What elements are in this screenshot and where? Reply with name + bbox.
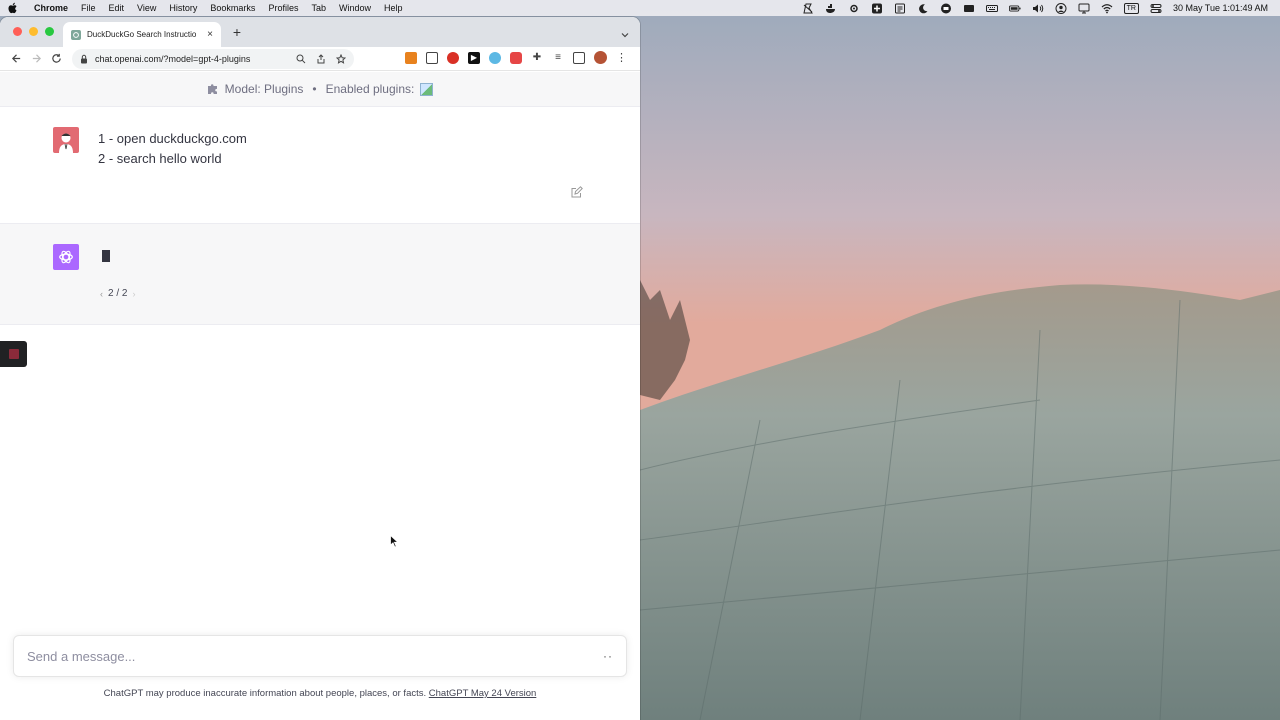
address-bar-url[interactable]: chat.openai.com/?model=gpt-4-plugins [95,54,286,64]
menu-profiles[interactable]: Profiles [268,3,298,13]
screen-record-icon[interactable] [963,3,975,14]
side-panel-icon[interactable] [573,51,585,64]
moon-icon[interactable] [917,3,929,14]
disclaimer-text: ChatGPT may produce inaccurate informati… [103,688,427,699]
message-composer: ·· [13,635,627,677]
openai-logo-icon [59,250,73,264]
enabled-plugins-label: Enabled plugins: [325,82,415,96]
typing-cursor [102,250,110,262]
mouse-pointer-icon [390,535,399,548]
metamask-extension-icon[interactable] [405,51,417,64]
next-response-chevron-icon[interactable]: › [132,289,135,299]
browser-toolbar: chat.openai.com/?model=gpt-4-plugins ▶ ✚… [0,47,640,71]
response-pager-count: 2 / 2 [108,288,128,299]
window-close-button[interactable] [13,27,22,36]
tab-close-icon[interactable]: × [205,29,215,40]
user-message-text: 1 - open duckduckgo.com 2 - search hello… [98,129,247,169]
control-center-icon[interactable] [1150,3,1162,14]
reading-list-icon[interactable]: ≡ [552,51,564,64]
input-source-badge[interactable]: TR [1123,2,1139,14]
grammar-extension-icon[interactable] [489,51,501,64]
response-pager: ‹ 2 / 2 › [100,288,135,299]
menu-window[interactable]: Window [339,3,371,13]
plus-cross-icon[interactable] [871,3,883,14]
loading-dots-icon: ·· [603,649,613,663]
video-extension-icon[interactable]: ▶ [468,51,480,64]
forward-arrow-icon [32,54,41,63]
user-avatar [53,127,79,153]
picture-in-picture-icon[interactable] [426,51,438,64]
tab-title: DuckDuckGo Search Instructio [87,30,197,39]
new-tab-button[interactable]: + [231,25,243,39]
chrome-window: DuckDuckGo Search Instructio × + chat.op… [0,17,640,720]
keyboard-icon[interactable] [985,3,998,14]
enabled-plugin-icon[interactable] [420,82,434,96]
plugin-puzzle-icon [207,84,217,94]
menubar-status-area: TR 30 May Tue 1:01:49 AM [802,0,1268,16]
menu-tab[interactable]: Tab [311,3,326,13]
menu-bookmarks[interactable]: Bookmarks [210,3,255,13]
user-message: 1 - open duckduckgo.com 2 - search hello… [0,107,640,224]
window-zoom-button[interactable] [45,27,54,36]
menu-help[interactable]: Help [384,3,403,13]
chatgpt-avatar [53,244,79,270]
address-bar[interactable]: chat.openai.com/?model=gpt-4-plugins [72,49,354,69]
gear-icon[interactable] [848,3,860,14]
model-info-bar: Model: Plugins • Enabled plugins: [0,72,640,107]
bookmark-star-icon[interactable] [336,54,346,64]
stop-square-icon [8,349,19,359]
chrome-menu-icon[interactable]: ⋮ [616,51,627,64]
previous-response-chevron-icon[interactable]: ‹ [100,289,103,299]
notes-icon[interactable] [894,3,906,14]
display-icon[interactable] [1078,3,1090,14]
tab-search-chevron-icon[interactable] [620,27,630,38]
docker-icon[interactable] [825,3,837,14]
stop-generating-button[interactable] [0,341,27,367]
zoom-magnifier-icon[interactable] [296,54,306,64]
tab-strip: DuckDuckGo Search Instructio × + [0,17,640,47]
profile-avatar[interactable] [594,51,607,64]
tab-active[interactable]: DuckDuckGo Search Instructio × [63,22,221,47]
lock-icon[interactable] [80,54,88,64]
forward-button[interactable] [26,49,46,69]
openai-favicon-icon [71,29,81,40]
user-account-icon[interactable] [1055,2,1067,14]
menu-view[interactable]: View [137,3,156,13]
mail-icon[interactable] [940,3,952,14]
menu-history[interactable]: History [169,3,197,13]
back-button[interactable] [6,49,26,69]
window-controls [13,27,54,36]
menu-edit[interactable]: Edit [109,3,125,13]
reload-icon [51,53,61,63]
disclaimer: ChatGPT may produce inaccurate informati… [0,688,640,699]
lastpass-extension-icon[interactable] [447,51,459,64]
share-icon[interactable] [316,54,326,64]
model-bar-separator: • [312,82,317,96]
chatgpt-page: Model: Plugins • Enabled plugins: 1 - op… [0,72,640,720]
wallpaper-rock-landscape [640,0,1280,720]
back-arrow-icon [11,54,20,63]
model-label: Model: Plugins [224,82,304,96]
version-link[interactable]: ChatGPT May 24 Version [429,688,537,699]
shield-extension-icon[interactable] [510,51,522,64]
menubar-clock[interactable]: 30 May Tue 1:01:49 AM [1173,3,1268,13]
extensions-area: ▶ ✚ ≡ ⋮ [405,51,627,64]
wifi-icon[interactable] [1101,3,1113,14]
puzzle-extensions-icon[interactable]: ✚ [531,51,543,64]
menu-app-name[interactable]: Chrome [34,3,68,13]
assistant-message: ‹ 2 / 2 › [0,224,640,325]
edit-message-icon[interactable] [570,186,583,199]
macos-menubar: Chrome File Edit View History Bookmarks … [0,0,1280,16]
menu-file[interactable]: File [81,3,96,13]
battery-icon[interactable] [1008,3,1021,14]
user-message-line: 2 - search hello world [98,151,222,166]
reload-button[interactable] [46,49,66,69]
message-input[interactable] [27,648,603,664]
apple-icon[interactable] [8,2,18,14]
volume-icon[interactable] [1032,3,1044,14]
window-minimize-button[interactable] [29,27,38,36]
user-message-line: 1 - open duckduckgo.com [98,131,247,146]
mute-icon[interactable] [802,3,814,14]
